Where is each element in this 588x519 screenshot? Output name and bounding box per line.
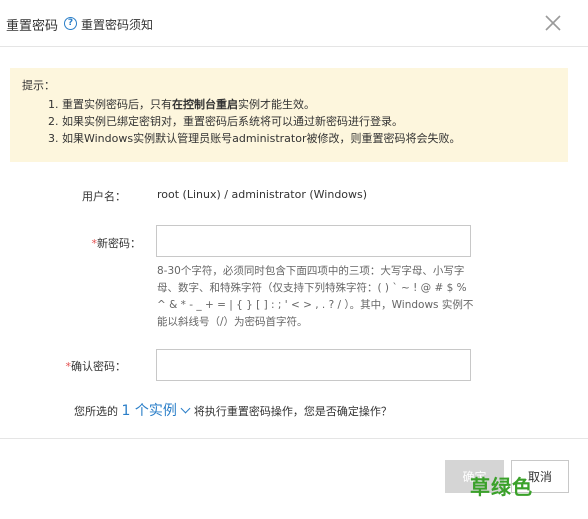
selected-instances-link[interactable]: 1 个实例 xyxy=(122,403,177,419)
tip-text: 1. 重置实例密码后，只有 xyxy=(48,98,172,111)
question-icon[interactable]: ? xyxy=(64,17,77,30)
dialog-header: 重置密码 ? 重置密码须知 xyxy=(0,0,588,47)
watermark-text: 草绿色 xyxy=(470,475,533,499)
tip-bold-text: 在控制台重启 xyxy=(172,98,238,111)
confirm-text-after: 将执行重置密码操作，您是否确定操作？ xyxy=(193,405,392,418)
reset-password-dialog: 重置密码 ? 重置密码须知 提示： 1. 重置实例密码后，只有在控制台重启实例才… xyxy=(0,0,588,519)
new-password-label-text: 新密码： xyxy=(97,237,141,250)
tip-item: 3. 如果Windows实例默认管理员账号administrator被修改，则重… xyxy=(48,130,461,147)
reset-password-guide-link[interactable]: 重置密码须知 xyxy=(81,16,153,33)
confirm-message: 您所选的 1 个实例 将执行重置密码操作，您是否确定操作？ xyxy=(74,400,392,420)
tips-list: 1. 重置实例密码后，只有在控制台重启实例才能生效。 2. 如果实例已绑定密钥对… xyxy=(48,96,461,147)
confirm-text-before: 您所选的 xyxy=(74,405,118,418)
close-icon[interactable] xyxy=(542,12,564,34)
tip-text: 2. 如果实例已绑定密钥对，重置密码后系统将可以通过新密码进行登录。 xyxy=(48,115,403,128)
tips-title: 提示： xyxy=(22,79,55,92)
username-value: root (Linux) / administrator (Windows) xyxy=(157,188,368,201)
new-password-input[interactable] xyxy=(156,225,471,257)
tip-text: 实例才能生效。 xyxy=(238,98,315,111)
tips-panel: 提示： 1. 重置实例密码后，只有在控制台重启实例才能生效。 2. 如果实例已绑… xyxy=(10,68,568,162)
tip-text: 3. 如果Windows实例默认管理员账号administrator被修改，则重… xyxy=(48,132,461,145)
dialog-title: 重置密码 xyxy=(6,19,59,34)
tip-item: 2. 如果实例已绑定密钥对，重置密码后系统将可以通过新密码进行登录。 xyxy=(48,113,461,130)
password-hint: 8-30个字符，必须同时包含下面四项中的三项：大写字母、小写字母、数字、和特殊字… xyxy=(157,265,474,328)
confirm-password-input[interactable] xyxy=(156,349,471,381)
confirm-password-label-text: 确认密码： xyxy=(71,360,126,373)
confirm-password-label: *确认密码： xyxy=(6,358,127,374)
tip-item: 1. 重置实例密码后，只有在控制台重启实例才能生效。 xyxy=(48,96,461,113)
chevron-down-icon[interactable] xyxy=(180,403,191,414)
username-label: 用户名： xyxy=(82,190,126,203)
new-password-label: *新密码： xyxy=(21,235,142,251)
